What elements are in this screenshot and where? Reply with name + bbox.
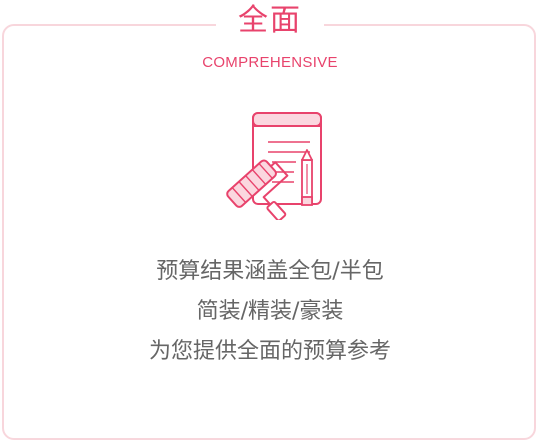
feature-card	[2, 24, 536, 440]
description-line: 简装/精装/豪装	[196, 299, 344, 324]
feature-subtitle: COMPREHENSIVE	[202, 54, 338, 71]
description-line: 预算结果涵盖全包/半包	[156, 259, 384, 284]
description-line: 为您提供全面的预算参考	[148, 339, 391, 364]
feature-description: 预算结果涵盖全包/半包 简装/精装/豪装 为您提供全面的预算参考	[0, 252, 540, 372]
renovation-plan-icon	[210, 108, 330, 222]
feature-title: 全面	[216, 2, 324, 40]
